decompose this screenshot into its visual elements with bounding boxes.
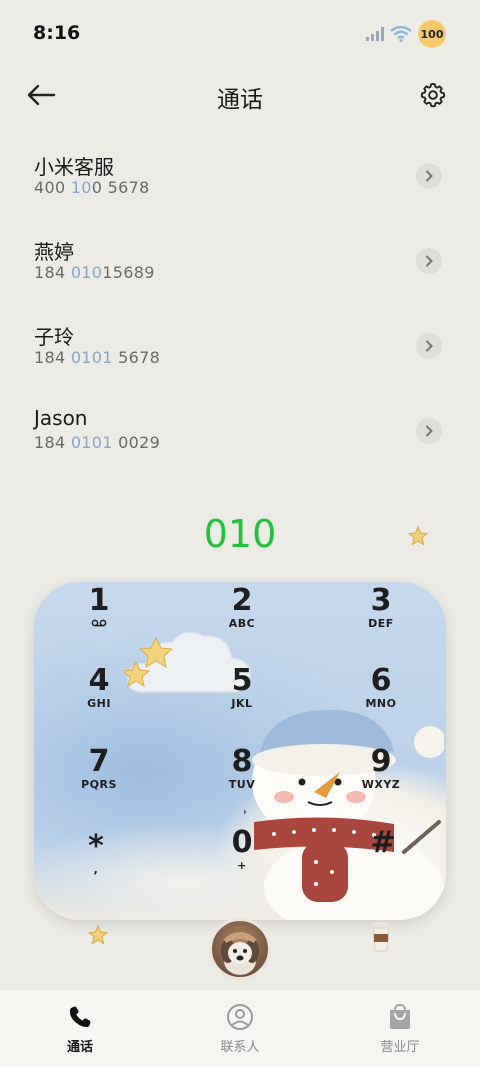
key-9[interactable]: 9 WXYZ [336,745,426,815]
keypad: 1 2 ABC 3 DEF 4 GHI 5 JKL 6 MNO 7 PQRS 8… [34,582,446,920]
contact-row[interactable]: 子玲 184 0101 5678 [0,306,480,391]
contact-name: Jason [34,406,88,430]
key-8[interactable]: 8 TUV [197,745,287,815]
key-0[interactable]: 0 + [197,826,287,896]
key-hash[interactable]: # [338,826,428,896]
contact-number: 184 01015689 [34,263,155,282]
key-1[interactable]: 1 [54,584,144,654]
dog-avatar-icon [221,932,259,975]
call-button-avatar[interactable] [209,918,271,980]
contact-name: 子玲 [34,325,74,349]
contact-name: 燕婷 [34,240,74,264]
key-star[interactable]: * , [51,830,141,900]
key-7[interactable]: 7 PQRS [54,745,144,815]
key-2[interactable]: 2 ABC [197,584,287,654]
contact-number: 184 0101 5678 [34,348,161,367]
nav-tab-service[interactable]: 营业厅 [320,990,480,1067]
contact-details-button[interactable] [416,333,442,359]
contact-details-button[interactable] [416,248,442,274]
settings-button[interactable] [416,78,450,112]
nav-tab-calls[interactable]: 通话 [0,990,160,1067]
contact-number: 184 0101 0029 [34,433,161,452]
gear-icon [420,82,446,108]
contact-row[interactable]: 小米客服 400 100 5678 [0,136,480,221]
bottom-nav: 通话 联系人 营业厅 [0,990,480,1067]
header: 通话 [0,70,480,120]
chevron-right-icon [426,340,433,352]
nav-tab-contacts[interactable]: 联系人 [160,990,320,1067]
page-title: 通话 [217,87,263,113]
contact-details-button[interactable] [416,163,442,189]
signal-icon [366,27,384,41]
key-5[interactable]: 5 JKL [197,664,287,734]
coffee-cup-icon [372,922,390,952]
contact-name: 小米客服 [34,155,114,179]
contact-row[interactable]: 燕婷 184 01015689 [0,221,480,306]
nav-label-service: 营业厅 [380,1040,420,1055]
key-4[interactable]: 4 GHI [54,664,144,734]
chevron-right-icon [426,425,433,437]
person-icon [225,1002,255,1032]
chevron-right-icon [426,255,433,267]
contact-details-button[interactable] [416,418,442,444]
star-sticker-icon [88,925,108,945]
nav-label-contacts: 联系人 [220,1040,260,1055]
key-3[interactable]: 3 DEF [336,584,426,654]
status-bar: 8:16 100 [0,0,480,66]
battery-indicator: 100 [418,20,446,48]
key-6[interactable]: 6 MNO [336,664,426,734]
phone-icon [65,1002,95,1032]
contact-number: 400 100 5678 [34,178,150,197]
star-sticker-icon [408,526,428,546]
shopping-bag-icon [385,1002,415,1032]
contact-row[interactable]: Jason 184 0101 0029 [0,391,480,476]
nav-label-calls: 通话 [66,1040,93,1055]
contact-list: 小米客服 400 100 5678 燕婷 184 01015689 子玲 184… [0,136,480,476]
status-icons: 100 [366,20,446,48]
wifi-icon [390,26,412,42]
voicemail-icon [91,619,107,627]
status-time: 8:16 [33,22,81,44]
chevron-right-icon [426,170,433,182]
